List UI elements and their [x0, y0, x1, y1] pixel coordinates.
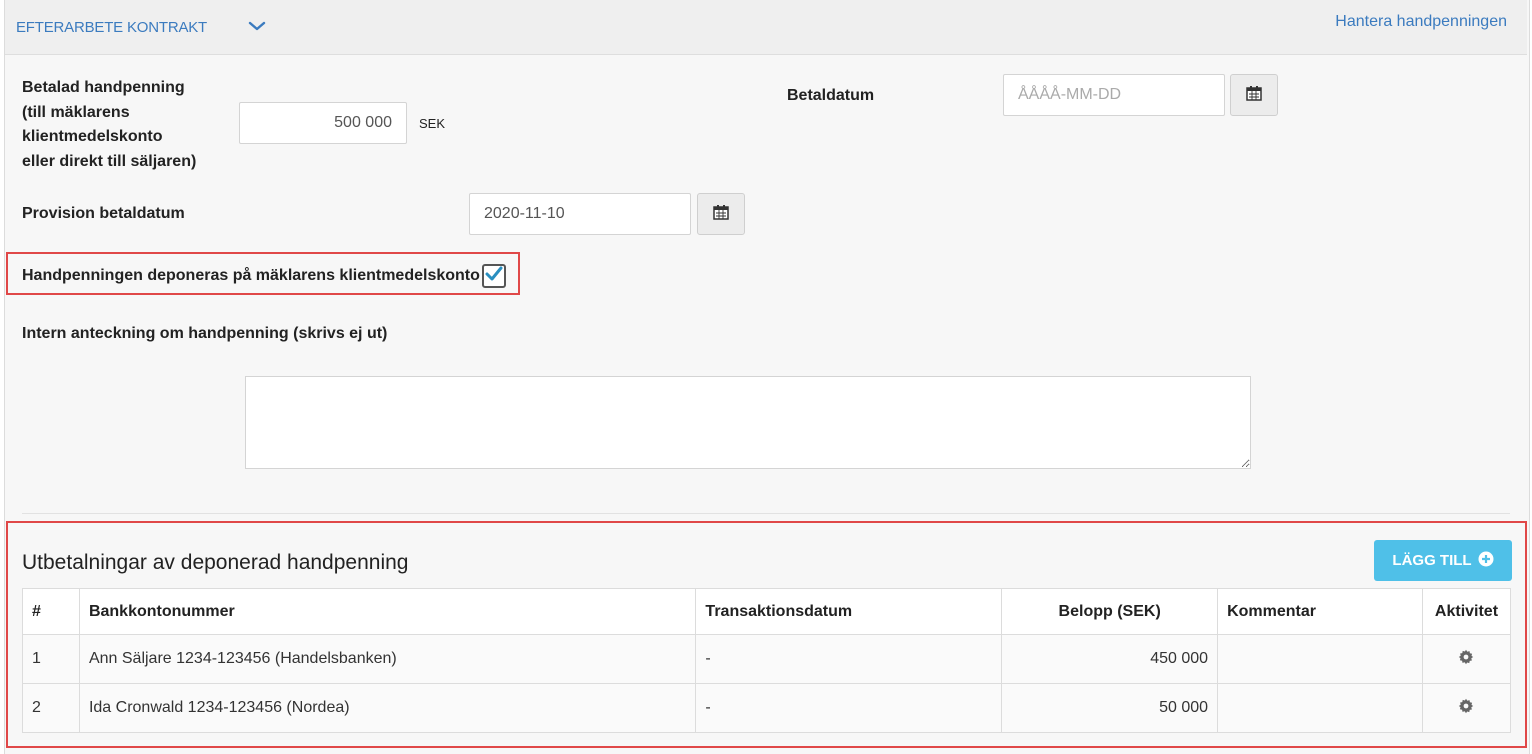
commission-date-value: 2020-11-10 — [484, 205, 565, 222]
deposit-paid-label-line: klientmedelskonto — [22, 128, 163, 145]
amount: 50 000 — [1001, 683, 1219, 733]
bank-account: Ann Säljare 1234-123456 (Handelsbanken) — [78, 634, 697, 684]
row-number: 2 — [22, 683, 80, 733]
amount: 450 000 — [1001, 634, 1219, 684]
activity-cell — [1421, 634, 1512, 684]
commission-date-label: Provision betaldatum — [22, 205, 185, 222]
internal-note-label: Intern anteckning om handpenning (skrivs… — [22, 325, 388, 342]
paid-date-input[interactable]: ÅÅÅÅ-MM-DD — [1003, 74, 1225, 116]
chevron-down-icon[interactable] — [245, 14, 269, 38]
column-header: Transaktionsdatum — [695, 588, 1003, 635]
internal-note-textarea[interactable] — [245, 376, 1251, 469]
currency-label: SEK — [419, 116, 446, 131]
payouts-table: # Bankkontonummer Transaktionsdatum Belo… — [22, 588, 1512, 733]
deposit-client-account-checkbox[interactable] — [482, 264, 506, 288]
bank-account: Ida Cronwald 1234-123456 (Nordea) — [78, 683, 697, 733]
section-title[interactable]: EFTERARBETE KONTRAKT — [16, 19, 207, 36]
add-payout-button[interactable]: LÄGG TILL — [1374, 540, 1512, 581]
calendar-icon — [713, 204, 729, 225]
deposit-amount-value: 500 000 — [334, 114, 392, 131]
calendar-icon — [1246, 85, 1262, 106]
plus-circle-icon — [1478, 551, 1494, 571]
table-header-row: # Bankkontonummer Transaktionsdatum Belo… — [22, 588, 1512, 635]
comment — [1217, 683, 1423, 733]
transaction-date: - — [695, 683, 1003, 733]
deposit-paid-label: Betalad handpenning (till mäklarens klie… — [22, 76, 196, 174]
payouts-title: Utbetalningar av deponerad handpenning — [22, 551, 409, 574]
deposit-paid-label-line: eller direkt till säljaren) — [22, 152, 197, 170]
comment — [1217, 634, 1423, 684]
commission-date-calendar-button[interactable] — [697, 193, 745, 235]
column-header: # — [22, 588, 80, 635]
column-header: Bankkontonummer — [78, 588, 697, 635]
commission-date-input[interactable]: 2020-11-10 — [469, 193, 691, 235]
section-header: EFTERARBETE KONTRAKT Hantera handpenning… — [5, 0, 1527, 55]
activity-cell — [1421, 683, 1512, 733]
paid-date-calendar-button[interactable] — [1230, 74, 1278, 116]
table-row: 2 Ida Cronwald 1234-123456 (Nordea) - 50… — [22, 683, 1512, 733]
gear-icon[interactable] — [1458, 649, 1474, 669]
column-header: Aktivitet — [1421, 588, 1512, 635]
table-row: 1 Ann Säljare 1234-123456 (Handelsbanken… — [22, 634, 1512, 684]
column-header: Belopp (SEK) — [1001, 588, 1219, 635]
column-header: Kommentar — [1217, 588, 1423, 635]
row-number: 1 — [22, 634, 80, 684]
transaction-date: - — [695, 634, 1003, 684]
add-payout-button-label: LÄGG TILL — [1392, 552, 1472, 569]
deposit-paid-label-line: Betalad handpenning — [22, 79, 185, 96]
gear-icon[interactable] — [1458, 698, 1474, 718]
deposit-client-account-label: Handpenningen deponeras på mäklarens kli… — [22, 267, 480, 284]
paid-date-placeholder: ÅÅÅÅ-MM-DD — [1018, 86, 1122, 103]
checkmark-icon — [485, 266, 503, 287]
deposit-amount-input[interactable]: 500 000 — [239, 102, 407, 144]
deposit-paid-label-line: (till mäklarens — [22, 103, 130, 121]
paid-date-label: Betaldatum — [787, 87, 875, 104]
manage-deposit-link[interactable]: Hantera handpenningen — [1335, 13, 1507, 31]
divider — [22, 513, 1510, 514]
